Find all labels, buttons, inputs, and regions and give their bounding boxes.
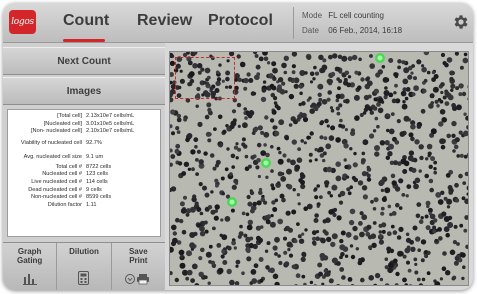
result-value: 123 cells (86, 171, 109, 178)
app-window: logos Count Review Protocol Mode FL cell… (3, 3, 473, 290)
result-label: Dead nucleated cell # (28, 186, 82, 193)
result-row: Total cell # 8722 cells (10, 164, 158, 172)
dilution-button[interactable]: Dilution (57, 243, 112, 290)
date-key: Date (302, 26, 319, 35)
result-row: Nucleated cell # 123 cells (10, 171, 158, 179)
result-value: 92.7% (86, 139, 102, 146)
result-label: [Total cell] (57, 113, 82, 119)
gating-label: Gating (16, 256, 43, 265)
result-label: Dilution factor (47, 201, 82, 208)
tab-protocol[interactable]: Protocol (208, 12, 273, 30)
result-value: 8722 cells (86, 163, 112, 170)
graph-gating-button[interactable]: Graph Gating (3, 243, 58, 290)
result-value: 9.1 um (86, 153, 104, 160)
result-row: [Non- nucleated cell] 2.10x10e7 cells/mL (10, 128, 158, 136)
result-row: Viability of nucleated cell 92.7% (10, 136, 158, 150)
result-label: Non-nucleated cell # (31, 194, 82, 201)
result-row: [Total cell] 2.13x10e7 cells/mL (10, 113, 158, 121)
cell-image-view[interactable] (169, 51, 469, 286)
mode-value: FL cell counting (328, 11, 384, 20)
tab-count[interactable]: Count (63, 12, 109, 30)
active-tab-indicator (63, 39, 105, 42)
result-value: 9 cells (86, 186, 102, 193)
save-print-icon (125, 274, 150, 285)
result-label: Viability of nucleated cell (20, 139, 82, 146)
mode-row: Mode FL cell counting (302, 9, 451, 22)
result-row: Avg. nucleated cell size 9.1 um (10, 150, 158, 164)
info-panel: Mode FL cell counting Date 06 Feb., 2014… (293, 7, 451, 39)
result-value: 8599 cells (86, 194, 112, 201)
left-panel: Next Count Images [Total cell] 2.13x10e7… (3, 43, 165, 290)
result-label: Nucleated cell # (42, 171, 82, 178)
zoom-region-marker[interactable] (175, 57, 235, 99)
result-label: [Non- nucleated cell] (31, 128, 82, 135)
logo-text: logos (11, 17, 34, 27)
result-label: Total cell # (55, 163, 82, 170)
result-value: 2.10x10e7 cells/mL (86, 128, 135, 135)
tool-bar: Graph Gating Dilution Save Print (3, 242, 165, 290)
next-count-button[interactable]: Next Count (3, 47, 165, 75)
result-label: [Nucleated cell] (43, 120, 82, 127)
result-label: Live nucleated cell # (31, 178, 82, 185)
graph-label: Graph (17, 247, 42, 256)
save-label: Save (128, 247, 148, 256)
result-value: 1.11 (86, 201, 97, 208)
result-row: Dead nucleated cell # 9 cells (10, 187, 158, 195)
logo: logos (9, 10, 36, 34)
tab-review[interactable]: Review (137, 12, 192, 30)
dilution-label: Dilution (69, 247, 99, 256)
calculator-icon (78, 271, 90, 285)
bar-chart-icon (22, 274, 37, 285)
result-row: Live nucleated cell # 114 cells (10, 179, 158, 187)
result-value: 2.13x10e7 cells/mL (86, 113, 135, 119)
date-value: 06 Feb., 2014, 16:18 (328, 26, 403, 35)
gear-icon[interactable] (452, 13, 470, 31)
images-button[interactable]: Images (3, 77, 165, 105)
print-label: Print (129, 256, 148, 265)
result-row: [Nucleated cell] 3.01x10e5 cells/mL (10, 121, 158, 129)
result-value: 3.01x10e5 cells/mL (86, 120, 135, 127)
save-print-button[interactable]: Save Print (112, 243, 165, 290)
top-bar: logos Count Review Protocol Mode FL cell… (3, 3, 473, 43)
result-row: Non-nucleated cell # 8599 cells (10, 194, 158, 202)
results-table: [Total cell] 2.13x10e7 cells/mL [Nucleat… (7, 109, 161, 237)
mode-key: Mode (302, 11, 323, 20)
result-label: Avg. nucleated cell size (23, 153, 82, 160)
result-value: 114 cells (86, 178, 108, 185)
date-row: Date 06 Feb., 2014, 16:18 (302, 24, 451, 37)
result-row: Dilution factor 1.11 (10, 202, 158, 210)
